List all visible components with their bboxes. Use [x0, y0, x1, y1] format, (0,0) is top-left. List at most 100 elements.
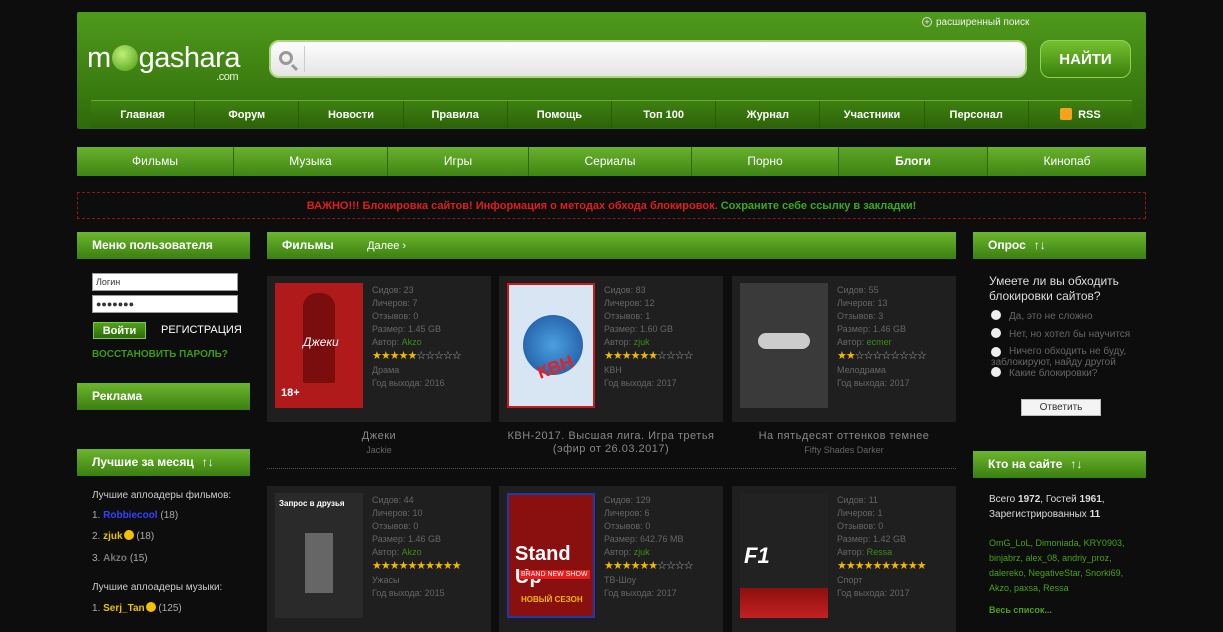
movie-poster[interactable]: КВН [507, 283, 595, 408]
logo-globe-icon [111, 45, 138, 71]
online-user-link[interactable]: paxsa [1014, 583, 1038, 593]
poll-header[interactable]: Опрос ↑↓ [973, 232, 1146, 259]
nav-members[interactable]: Участники [820, 101, 925, 128]
nav-top100[interactable]: Топ 100 [612, 101, 717, 128]
uploader-item[interactable]: 2. zjuk (18) [92, 530, 154, 542]
cat-blogs[interactable]: Блоги [839, 147, 988, 176]
online-user-link[interactable]: dalereko [989, 568, 1024, 578]
movie-title[interactable]: На пятьдесят оттенков темнее [732, 430, 956, 443]
poll-option[interactable]: Ничего обходить не буду, заблокируют, на… [991, 346, 1141, 368]
online-user-link[interactable]: Snorki69 [1085, 568, 1121, 578]
movie-original-title: Jackie [366, 445, 392, 455]
poll-option[interactable]: Какие блокировки? [991, 367, 1097, 379]
movie-meta: Сидов: 55 Личеров: 13 Отзывов: 3 Размер: 1.… [837, 285, 927, 388]
star-badge-icon [145, 602, 156, 612]
category-nav: Фильмы Музыка Игры Сериалы Порно Блоги К… [77, 147, 1146, 176]
answer-button[interactable]: Ответить [1021, 399, 1101, 416]
rss-icon [1060, 108, 1073, 120]
cat-series[interactable]: Сериалы [529, 147, 692, 176]
best-month-header[interactable]: Лучшие за месяц ↑↓ [77, 449, 250, 476]
online-user-link[interactable]: Akzo [989, 583, 1009, 593]
login-field[interactable]: Логин [92, 273, 238, 291]
find-button[interactable]: НАЙТИ [1040, 40, 1131, 78]
online-user-link[interactable]: andriy_proz [1062, 553, 1109, 563]
author-link[interactable]: zjuk [634, 337, 650, 347]
uploader-item[interactable]: 1. Serj_Tan (125) [92, 602, 182, 614]
uploader-item[interactable]: 1. Robbiecool (18) [92, 510, 178, 521]
movie-poster[interactable]: F1 [740, 493, 828, 618]
cat-films[interactable]: Фильмы [77, 147, 234, 176]
movie-card[interactable]: Джеки 18+ Сидов: 23 Личеров: 7 Отзывов: 0 Раз… [267, 276, 491, 422]
search-input[interactable] [304, 46, 1004, 72]
online-header[interactable]: Кто на сайте ↑↓ [973, 451, 1146, 478]
movie-title[interactable]: КВН-2017. Высшая лига. Игра третья (эфир… [499, 430, 723, 456]
movie-poster[interactable]: Запрос в друзья [275, 493, 363, 618]
radio-icon [991, 347, 1001, 357]
cat-games[interactable]: Игры [388, 147, 529, 176]
author-link[interactable]: Akzo [402, 337, 422, 347]
important-alert[interactable]: ВАЖНО!!! Блокировка сайтов! Информация о… [77, 192, 1146, 219]
nav-home[interactable]: Главная [91, 101, 196, 128]
cat-adult[interactable]: Порно [692, 147, 839, 176]
rating-stars[interactable]: ★★★★★★☆☆☆☆ [604, 350, 694, 363]
movie-poster[interactable]: Stand UpBRAND NEW SHOWНОВЫЙ СЕЗОН [507, 493, 595, 618]
logo-text: gashara [138, 42, 241, 74]
site-header: m gashara .com + расширенный поиск НАЙТИ Г… [77, 12, 1146, 129]
author-link[interactable]: Akzo [402, 547, 422, 557]
restore-password-link[interactable]: ВОССТАНОВИТЬ ПАРОЛЬ? [92, 349, 228, 360]
nav-rules[interactable]: Правила [404, 101, 508, 128]
online-user-link[interactable]: KRY0903 [1084, 538, 1122, 548]
movie-card[interactable]: Запрос в друзья Сидов: 44 Личеров: 10 Отзыв… [267, 486, 491, 632]
author-link[interactable]: zjuk [634, 547, 650, 557]
online-user-link[interactable]: alex_08 [1026, 553, 1058, 563]
movie-meta: Сидов: 44 Личеров: 10 Отзывов: 0 Размер: 1.… [372, 495, 462, 598]
nav-staff[interactable]: Персонал [925, 101, 1029, 128]
rating-stars[interactable]: ★★★★★★☆☆☆☆ [604, 560, 694, 573]
author-link[interactable]: Ressa [867, 547, 893, 557]
more-link[interactable]: Далее › [367, 240, 406, 252]
radio-icon [991, 310, 1001, 320]
nav-help[interactable]: Помощь [508, 101, 613, 128]
star-badge-icon [123, 530, 134, 540]
all-list-link[interactable]: Весь список... [989, 605, 1052, 615]
online-user-link[interactable]: OmG_LoL [989, 538, 1031, 548]
rating-stars[interactable]: ★★☆☆☆☆☆☆☆☆ [837, 350, 927, 363]
login-button[interactable]: Войти [93, 322, 146, 339]
poll-option[interactable]: Нет, но хотел бы научится [991, 328, 1130, 340]
top-nav: Главная Форум Новости Правила Помощь Топ… [91, 100, 1132, 128]
poll-question: Умеете ли вы обходить блокировки сайтов? [989, 274, 1119, 303]
nav-forum[interactable]: Форум [195, 101, 300, 128]
register-link[interactable]: РЕГИСТРАЦИЯ [161, 324, 242, 336]
online-user-link[interactable]: binjabrz [989, 553, 1021, 563]
online-user-link[interactable]: Ressa [1043, 583, 1069, 593]
movie-meta: Сидов: 83 Личеров: 12 Отзывов: 1 Размер: 1.… [604, 285, 694, 388]
online-registered: Зарегистрированных 11 [989, 509, 1101, 520]
rating-stars[interactable]: ★★★★★★★★★★ [837, 560, 927, 573]
nav-journal[interactable]: Журнал [716, 101, 821, 128]
movie-title[interactable]: Джеки [267, 430, 491, 443]
movie-card[interactable]: КВН Сидов: 83 Личеров: 12 Отзывов: 1 Размер:… [499, 276, 723, 422]
poll-option[interactable]: Да, это не сложно [991, 310, 1093, 322]
movie-card[interactable]: Stand UpBRAND NEW SHOWНОВЫЙ СЕЗОНСидов: … [499, 486, 723, 632]
advanced-search-link[interactable]: + расширенный поиск [922, 17, 1029, 28]
online-user-link[interactable]: NegativeStar [1029, 568, 1081, 578]
uploader-item[interactable]: 3. Akzo (15) [92, 553, 148, 564]
nav-rss[interactable]: RSS [1029, 101, 1132, 128]
site-logo[interactable]: m gashara .com [87, 42, 241, 83]
movie-poster[interactable] [740, 283, 828, 408]
sort-arrows-icon: ↑↓ [1033, 238, 1046, 252]
cat-music[interactable]: Музыка [234, 147, 388, 176]
rating-stars[interactable]: ★★★★★☆☆☆☆☆ [372, 350, 462, 363]
nav-news[interactable]: Новости [299, 101, 404, 128]
movie-poster[interactable]: Джеки 18+ [275, 283, 363, 408]
movie-meta: Сидов: 23 Личеров: 7 Отзывов: 0 Размер: 1.4… [372, 285, 462, 388]
movie-card[interactable]: F1 Сидов: 11 Личеров: 1 Отзывов: 0 Размер: 1… [732, 486, 956, 632]
online-user-link[interactable]: Dimoniada [1036, 538, 1079, 548]
logo-letter: m [87, 42, 111, 74]
movie-card[interactable]: Сидов: 55 Личеров: 13 Отзывов: 3 Размер: 1.… [732, 276, 956, 422]
cat-kinopub[interactable]: Кинопаб [988, 147, 1146, 176]
author-link[interactable]: ecmer [867, 337, 892, 347]
plus-icon: + [922, 17, 932, 27]
rating-stars[interactable]: ★★★★★★★★★★ [372, 560, 462, 573]
password-field[interactable]: ●●●●●●● [92, 295, 238, 313]
